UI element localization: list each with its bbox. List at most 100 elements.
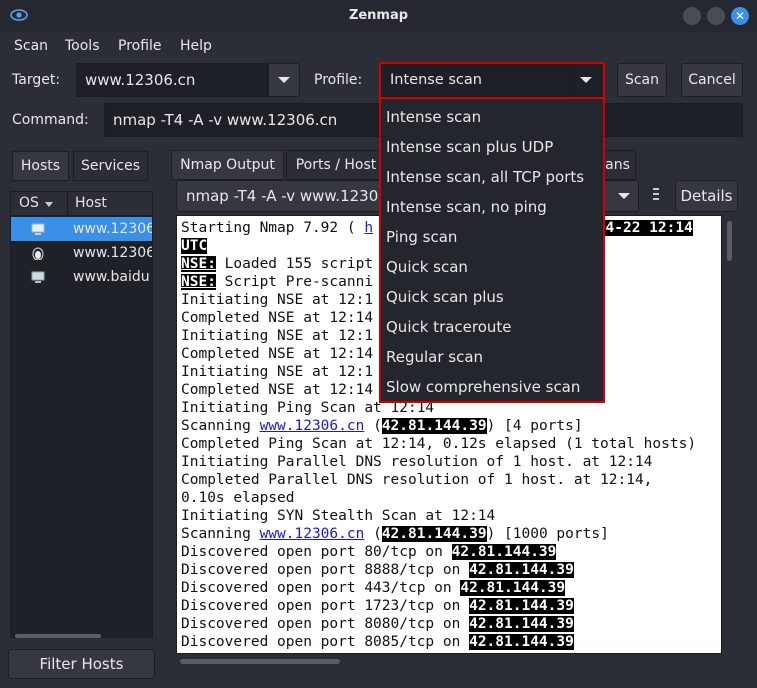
menu-help[interactable]: Help (180, 36, 212, 56)
profile-option[interactable]: Intense scan, all TCP ports (386, 165, 584, 189)
window-title: Zenmap (348, 8, 409, 23)
target-input[interactable]: www.12306.cn (76, 63, 268, 97)
profile-highlight-box (379, 62, 605, 99)
output-text: Initiating NSE at 12:1 (181, 364, 374, 380)
output-line: Initiating NSE at 12:1 (181, 363, 373, 381)
tab-hosts[interactable]: Hosts (12, 151, 69, 181)
menu-scan[interactable]: Scan (14, 36, 48, 56)
os-column-header[interactable]: OS (19, 195, 39, 211)
host-row[interactable]: www.12306 (11, 241, 152, 265)
nse-tag: NSE: (181, 256, 216, 272)
profile-option[interactable]: Ping scan (386, 225, 457, 249)
tab-nmap-output[interactable]: Nmap Output (171, 150, 284, 180)
profile-option[interactable]: Regular scan (386, 345, 483, 369)
tab-services[interactable]: Services (73, 151, 148, 181)
ip-address: 42.81.144.39 (460, 580, 566, 596)
nmap-link[interactable]: h (364, 220, 373, 236)
output-line: NSE: Loaded 155 script (181, 255, 373, 273)
unknown-os-icon (31, 270, 45, 284)
output-line: Scanning www.12306.cn (42.81.144.39) [4 … (181, 417, 583, 435)
output-vscrollbar-track[interactable] (722, 215, 738, 654)
output-text: Scanning (181, 418, 260, 434)
output-line: Discovered open port 8080/tcp on 42.81.1… (181, 615, 574, 633)
output-line: Scanning www.12306.cn (42.81.144.39) [10… (181, 525, 609, 543)
output-text: Loaded 155 script (215, 256, 374, 272)
ip-address: 42.81.144.39 (469, 634, 574, 650)
host-link[interactable]: www.12306.cn (260, 526, 365, 542)
output-line: Initiating NSE at 12:1 (181, 291, 373, 309)
output-line: Discovered open port 1723/tcp on 42.81.1… (181, 597, 574, 615)
output-text: UTC (181, 238, 208, 254)
output-line: Completed Ping Scan at 12:14, 0.12s elap… (181, 435, 696, 453)
ip-address: 42.81.144.39 (469, 598, 574, 614)
output-vscrollbar-thumb[interactable] (727, 221, 732, 261)
hamburger-menu-icon[interactable] (650, 186, 662, 204)
profile-option[interactable]: Slow comprehensive scan (386, 375, 580, 399)
chevron-down-icon (278, 77, 290, 83)
profile-dropdown-menu: Intense scan Intense scan plus UDP Intense… (379, 97, 605, 403)
profile-option[interactable]: Intense scan (386, 105, 481, 129)
host-row[interactable]: www.baidu (11, 265, 152, 289)
output-line: NSE: Script Pre-scanni (181, 273, 373, 291)
close-button[interactable]: ✕ (731, 7, 749, 25)
output-text: Completed NSE at 12:14 (181, 382, 374, 398)
host-column-header[interactable]: Host (75, 195, 107, 211)
profile-option[interactable]: Quick scan (386, 255, 468, 279)
output-text: Discovered open port 8085/tcp on (181, 634, 470, 650)
output-text: Scanning (181, 526, 260, 542)
output-text: Script Pre-scanni (215, 274, 374, 290)
scan-button[interactable]: Scan (617, 63, 667, 97)
output-line: Completed NSE at 12:14 (181, 309, 373, 327)
output-text: Initiating NSE at 12:1 (181, 292, 374, 308)
profile-option[interactable]: Quick traceroute (386, 315, 512, 339)
ip-address: 42.81.144.39 (381, 418, 487, 434)
maximize-button[interactable] (707, 7, 725, 25)
windows-computer-icon (31, 222, 45, 236)
host-list-header: OS Host (11, 192, 152, 216)
output-line: UTC (181, 237, 208, 255)
ip-address: 42.81.144.39 (469, 562, 574, 578)
tab-ports-hosts[interactable]: Ports / Host (286, 150, 386, 180)
output-text: Discovered open port 8080/tcp on (181, 616, 470, 632)
host-link[interactable]: www.12306.cn (260, 418, 365, 434)
details-button[interactable]: Details (675, 180, 738, 212)
sort-down-icon (45, 202, 53, 207)
output-text: ( (364, 418, 382, 434)
output-text: Completed Parallel DNS resolution of 1 h… (181, 472, 653, 488)
menu-tools[interactable]: Tools (65, 36, 100, 56)
menu-profile[interactable]: Profile (118, 36, 162, 56)
host-name: www.12306 (73, 221, 152, 237)
output-line: Completed NSE at 12:14 (181, 381, 373, 399)
chevron-down-icon (618, 193, 630, 199)
filter-hosts-button[interactable]: Filter Hosts (8, 649, 155, 679)
profile-option[interactable]: Intense scan plus UDP (386, 135, 553, 159)
minimize-button[interactable] (683, 7, 701, 25)
host-name: www.baidu (73, 269, 150, 285)
output-line: Initiating SYN Stealth Scan at 12:14 (181, 507, 495, 525)
profile-option[interactable]: Quick scan plus (386, 285, 504, 309)
profile-option[interactable]: Intense scan, no ping (386, 195, 547, 219)
ip-address: 42.81.144.39 (381, 526, 487, 542)
column-divider (67, 192, 68, 216)
target-dropdown-button[interactable] (268, 63, 300, 97)
host-name: www.12306 (73, 245, 152, 261)
output-text: ) [1000 ports] (486, 526, 609, 542)
output-text: Initiating Parallel DNS resolution of 1 … (181, 454, 653, 470)
output-text: Discovered open port 1723/tcp on (181, 598, 470, 614)
profile-label: Profile: (314, 72, 363, 88)
output-line: Initiating NSE at 12:1 (181, 327, 373, 345)
output-text: Initiating NSE at 12:1 (181, 328, 374, 344)
output-text: Starting Nmap 7.92 ( (181, 220, 365, 236)
host-list: OS Host www.12306 www.12306 www.baidu (10, 191, 153, 638)
host-row[interactable]: www.12306 (11, 217, 152, 241)
host-list-hscrollbar[interactable] (15, 634, 101, 638)
linux-penguin-icon (31, 246, 45, 261)
output-line: 0.10s elapsed (181, 489, 295, 507)
output-hscrollbar-thumb[interactable] (180, 659, 340, 664)
output-line: Discovered open port 8085/tcp on 42.81.1… (181, 633, 574, 651)
cancel-button[interactable]: Cancel (681, 63, 743, 97)
output-text: Initiating SYN Stealth Scan at 12:14 (181, 508, 496, 524)
tab-scans[interactable]: ans (600, 150, 636, 180)
nse-tag: NSE: (181, 274, 216, 290)
ip-address: 42.81.144.39 (451, 544, 557, 560)
